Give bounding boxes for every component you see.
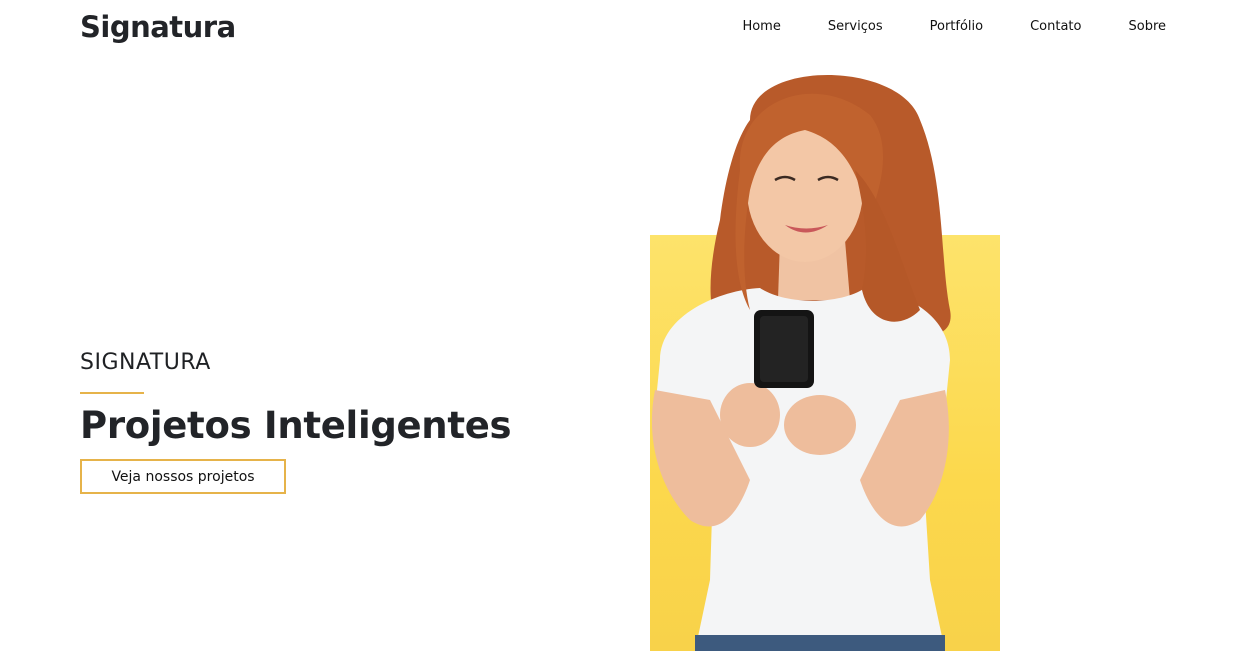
brand-logo[interactable]: Signatura bbox=[80, 10, 236, 44]
hero-headline: Projetos Inteligentes bbox=[80, 404, 512, 447]
nav-sobre[interactable]: Sobre bbox=[1128, 19, 1166, 35]
view-projects-button[interactable]: Veja nossos projetos bbox=[80, 459, 286, 494]
nav-portfolio[interactable]: Portfólio bbox=[930, 19, 983, 35]
main-nav: Home Serviços Portfólio Contato Sobre bbox=[742, 19, 1166, 35]
hero-person-image bbox=[651, 75, 951, 651]
page: Signatura Home Serviços Portfólio Contat… bbox=[0, 0, 1259, 651]
nav-home[interactable]: Home bbox=[742, 19, 780, 35]
accent-divider bbox=[80, 392, 144, 394]
nav-servicos[interactable]: Serviços bbox=[828, 19, 883, 35]
hero-figure bbox=[600, 60, 1020, 651]
hero-eyebrow: SIGNATURA bbox=[80, 350, 211, 375]
nav-contato[interactable]: Contato bbox=[1030, 19, 1081, 35]
